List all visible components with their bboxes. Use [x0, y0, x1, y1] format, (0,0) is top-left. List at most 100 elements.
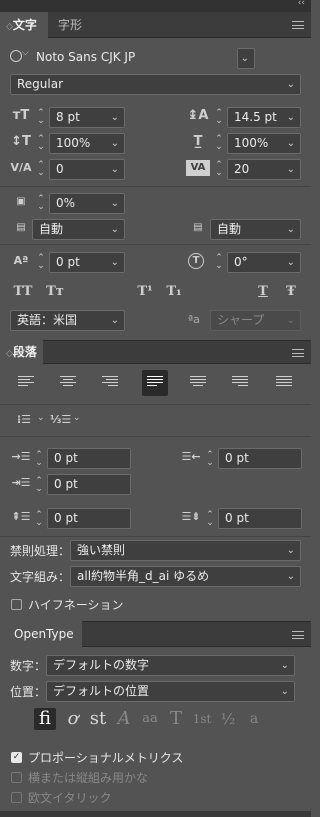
proportional-metrics-checkbox[interactable]: ✓ — [11, 752, 22, 763]
space-before-stepper[interactable]: ⌃ ⌄ — [34, 511, 44, 528]
vertical-kana-checkbox[interactable] — [11, 772, 22, 783]
panel-menu-icon[interactable] — [292, 631, 304, 639]
tab-character[interactable]: ◇文字 — [0, 12, 48, 38]
vertical-scale-input[interactable]: 100% ⌄ — [49, 133, 125, 154]
collapse-panel-icon[interactable]: ‹‹ — [298, 0, 305, 8]
strikethrough-button[interactable]: Ŧ — [280, 282, 302, 302]
bullet-list-icon[interactable]: ⁝☰ — [14, 410, 34, 430]
tracking-stepper[interactable]: ⌃ ⌄ — [214, 161, 224, 178]
chevron-down-icon: ⌄ — [110, 138, 119, 149]
kinsoku-select[interactable]: 強い禁則 ⌄ — [70, 540, 301, 561]
superscript-button[interactable]: T¹ — [134, 282, 156, 302]
leading-input[interactable]: 14.5 pt ⌄ — [227, 107, 301, 128]
justify-center-last-icon[interactable] — [190, 376, 210, 392]
rotation-input[interactable]: 0° ⌄ — [227, 252, 301, 273]
space-after-stepper[interactable]: ⌃ ⌄ — [205, 511, 215, 528]
right-indent-stepper[interactable]: ⌃ ⌄ — [205, 451, 215, 468]
align-center-icon[interactable] — [60, 376, 80, 392]
space-after-input[interactable]: 0 pt — [218, 508, 302, 529]
position-select[interactable]: デフォルトの位置 ⌄ — [46, 681, 295, 702]
discretionary-ligatures-button[interactable]: ơ — [62, 708, 84, 730]
fractions-button[interactable]: ½ — [217, 708, 239, 730]
leading-icon: ↨A — [187, 108, 209, 123]
align-left-icon[interactable] — [18, 376, 38, 392]
stylistic-ligatures-button[interactable]: st — [87, 708, 109, 730]
leading-stepper[interactable]: ⌃ ⌄ — [214, 109, 224, 126]
chevron-down-icon[interactable]: ⌄ — [73, 413, 81, 423]
chevron-down-icon[interactable]: ⌄ — [37, 413, 45, 423]
rotation-stepper[interactable]: ⌃ ⌄ — [214, 254, 224, 271]
antialias-select[interactable]: シャープ ⌄ — [210, 310, 301, 331]
tracking-icon: VA — [186, 160, 210, 176]
left-indent-input[interactable]: 0 pt — [47, 448, 131, 469]
tracking-input[interactable]: 20 ⌄ — [227, 159, 301, 180]
tab-opentype[interactable]: OpenType — [0, 621, 82, 647]
japanese-alternates-button[interactable]: a — [243, 708, 265, 730]
divider — [0, 186, 311, 187]
ordinals-button[interactable]: 1st — [191, 708, 213, 730]
space-before-input[interactable]: 0 pt — [47, 508, 131, 529]
justify-all-icon[interactable] — [276, 376, 296, 392]
baseline-shift-input[interactable]: 0 pt ⌄ — [49, 252, 125, 273]
underline-button[interactable]: T — [252, 282, 274, 302]
tab-paragraph[interactable]: ◇段落 — [0, 340, 43, 364]
tsume-input[interactable]: 0% ⌄ — [49, 193, 125, 214]
justify-right-last-icon[interactable] — [232, 376, 252, 392]
baseline-shift-stepper[interactable]: ⌃ ⌄ — [36, 254, 46, 271]
hyphenation-checkbox[interactable] — [11, 599, 22, 610]
aki-left-select[interactable]: 自動 ⌄ — [32, 219, 125, 240]
font-size-icon: ᴛT — [12, 108, 30, 123]
tab-glyphs[interactable]: 字形 — [58, 12, 82, 38]
kerning-icon: V/A — [10, 161, 32, 174]
font-family-input[interactable]: Noto Sans CJK JP — [30, 48, 238, 69]
subscript-button[interactable]: T₁ — [163, 282, 185, 302]
mojikumi-select[interactable]: all約物半角_d_ai ゆるめ ⌄ — [70, 566, 301, 587]
chevron-down-icon: ⌄ — [286, 164, 295, 175]
font-size-stepper[interactable]: ⌃ ⌄ — [36, 109, 46, 126]
chevron-down-icon: ⌄ — [286, 79, 295, 90]
horizontal-scale-stepper[interactable]: ⌃ ⌄ — [214, 135, 224, 152]
numbers-select[interactable]: デフォルトの数字 ⌄ — [46, 655, 295, 676]
tsume-stepper[interactable]: ⌃ ⌄ — [36, 195, 46, 212]
aki-left-icon: ▤ — [16, 222, 26, 233]
align-right-icon[interactable] — [102, 376, 122, 392]
swash-button[interactable]: A — [113, 708, 135, 730]
first-line-indent-icon: ⇥☰ — [11, 476, 31, 489]
search-dropdown-icon[interactable]: ⌵ — [22, 48, 29, 58]
kerning-stepper[interactable]: ⌃ ⌄ — [36, 161, 46, 178]
justify-left-last-button[interactable] — [142, 370, 168, 396]
vertical-scale-stepper[interactable]: ⌃ ⌄ — [36, 135, 46, 152]
mojikumi-label: 文字組み： — [10, 570, 71, 584]
titling-alternates-button[interactable]: aa — [139, 708, 161, 730]
panel-bottom-edge — [0, 811, 311, 817]
panel-menu-icon[interactable] — [292, 349, 304, 357]
horizontal-scale-input[interactable]: 100% ⌄ — [227, 133, 301, 154]
justify-left-last-icon — [147, 376, 167, 392]
roman-italic-checkbox[interactable] — [11, 792, 22, 803]
first-line-indent-input[interactable]: 0 pt — [47, 474, 131, 495]
contextual-alternates-button[interactable]: T — [165, 708, 187, 730]
rotation-icon: T — [188, 253, 204, 269]
font-family-dropdown[interactable]: ⌄ — [237, 48, 255, 69]
font-size-input[interactable]: 8 pt ⌄ — [49, 107, 125, 128]
aki-right-select[interactable]: 自動 ⌄ — [210, 219, 301, 240]
kerning-input[interactable]: 0 ⌄ — [49, 159, 125, 180]
left-indent-stepper[interactable]: ⌃ ⌄ — [34, 451, 44, 468]
tab-grip-icon: ◇ — [6, 22, 13, 32]
small-caps-button[interactable]: Tт — [44, 282, 66, 302]
right-indent-input[interactable]: 0 pt — [218, 448, 302, 469]
first-line-indent-stepper[interactable]: ⌃ ⌄ — [34, 477, 44, 494]
chevron-down-icon: ⌄ — [110, 224, 119, 235]
search-icon[interactable] — [10, 50, 22, 62]
divider — [0, 244, 311, 245]
chevron-down-icon: ⌄ — [286, 315, 295, 326]
language-select[interactable]: 英語：米国 ⌄ — [10, 310, 125, 331]
proportional-metrics-label: プロポーショナルメトリクス — [28, 751, 184, 765]
panel-menu-icon[interactable] — [292, 21, 304, 29]
ligatures-button[interactable]: fi — [34, 708, 56, 730]
chevron-down-icon: ⌄ — [286, 138, 295, 149]
panel-titlebar: ‹‹ — [0, 0, 311, 12]
all-caps-button[interactable]: TT — [12, 282, 34, 302]
numbered-list-icon[interactable]: ⅓☰ — [50, 410, 71, 430]
font-style-select[interactable]: Regular ⌄ — [10, 74, 301, 95]
